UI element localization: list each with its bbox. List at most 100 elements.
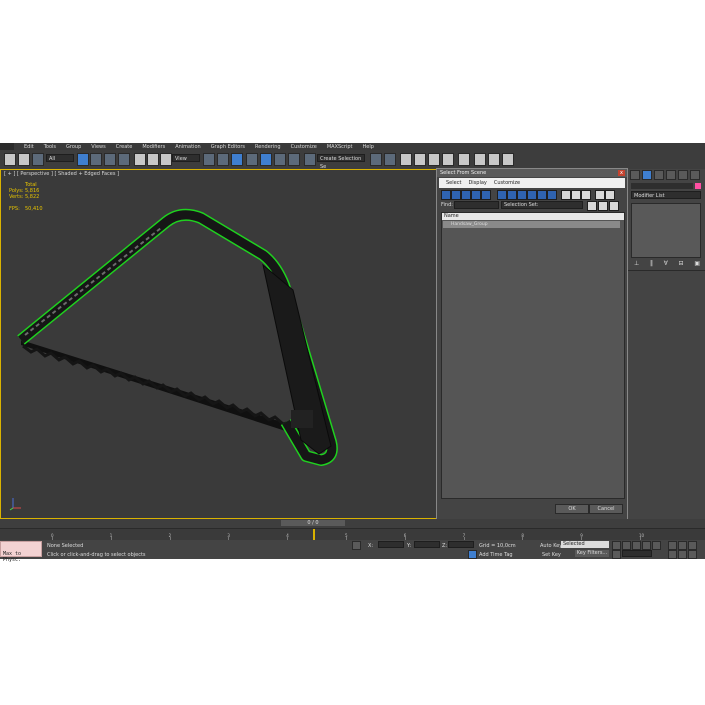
redo-icon[interactable] [18, 153, 30, 166]
go-to-end-icon[interactable] [652, 541, 661, 550]
rotate-icon[interactable] [147, 153, 159, 166]
current-frame-field[interactable] [622, 550, 652, 557]
configure-sets-icon[interactable]: ▣ [694, 260, 700, 267]
pivot-center-icon[interactable] [203, 153, 215, 166]
curve-editor-icon[interactable] [428, 153, 440, 166]
pin-stack-icon[interactable]: ⊥ [634, 260, 639, 267]
select-by-name-icon[interactable] [90, 153, 102, 166]
display-all-icon[interactable] [561, 190, 571, 200]
sort-icon[interactable] [598, 201, 608, 211]
move-icon[interactable] [134, 153, 146, 166]
display-cameras-icon[interactable] [471, 190, 481, 200]
utilities-tab-icon[interactable] [690, 170, 700, 180]
ok-button[interactable]: OK [555, 504, 589, 514]
mirror-icon[interactable] [370, 153, 382, 166]
make-unique-icon[interactable]: ∀ [664, 260, 668, 267]
select-manipulate-icon[interactable] [217, 153, 229, 166]
display-xrefs-icon[interactable] [517, 190, 527, 200]
display-shapes-icon[interactable] [451, 190, 461, 200]
key-mode-dropdown[interactable]: Selected [561, 541, 609, 548]
zoom-icon[interactable] [668, 541, 677, 550]
menu-tools[interactable]: Tools [44, 144, 56, 150]
display-groups-icon[interactable] [507, 190, 517, 200]
display-lights-icon[interactable] [461, 190, 471, 200]
modifier-stack[interactable] [631, 203, 701, 258]
edit-named-selection-icon[interactable] [304, 153, 316, 166]
hierarchy-tab-icon[interactable] [654, 170, 664, 180]
display-none-icon[interactable] [571, 190, 581, 200]
selection-set-dropdown[interactable]: Selection Set: [501, 201, 583, 209]
create-tab-icon[interactable] [630, 170, 640, 180]
menu-modifiers[interactable]: Modifiers [142, 144, 165, 150]
angle-snap-icon[interactable] [260, 153, 272, 166]
layer-manager-icon[interactable] [400, 153, 412, 166]
zoom-all-icon[interactable] [678, 541, 687, 550]
time-config-icon[interactable] [612, 550, 621, 559]
cancel-button[interactable]: Cancel [589, 504, 623, 514]
graphite-toggle-icon[interactable] [414, 153, 426, 166]
rendered-frame-icon[interactable] [488, 153, 500, 166]
z-coordinate-field[interactable] [448, 541, 474, 548]
dialog-menu-customize[interactable]: Customize [494, 180, 520, 186]
hierarchy-icon[interactable] [609, 201, 619, 211]
schematic-view-icon[interactable] [442, 153, 454, 166]
snaps-toggle-icon[interactable] [246, 153, 258, 166]
show-end-result-icon[interactable]: ‖ [650, 260, 653, 267]
rect-selection-icon[interactable] [104, 153, 116, 166]
align-icon[interactable] [384, 153, 396, 166]
next-frame-icon[interactable] [642, 541, 651, 550]
orbit-icon[interactable] [688, 550, 697, 559]
menu-rendering[interactable]: Rendering [255, 144, 281, 150]
add-time-tag[interactable]: Add Time Tag [479, 552, 513, 558]
column-header-name[interactable]: Name [442, 213, 624, 220]
display-geometry-icon[interactable] [441, 190, 451, 200]
scale-icon[interactable] [160, 153, 172, 166]
link-icon[interactable] [32, 153, 44, 166]
list-item[interactable]: Handsaw_Group [443, 221, 620, 228]
close-icon[interactable]: x [618, 170, 625, 176]
previous-frame-icon[interactable] [622, 541, 631, 550]
material-editor-icon[interactable] [458, 153, 470, 166]
motion-tab-icon[interactable] [666, 170, 676, 180]
modify-tab-icon[interactable] [642, 170, 652, 180]
dialog-menu-display[interactable]: Display [468, 180, 486, 186]
find-input[interactable] [454, 201, 499, 209]
menu-animation[interactable]: Animation [175, 144, 201, 150]
object-name-field[interactable] [631, 183, 693, 189]
menu-group[interactable]: Group [66, 144, 81, 150]
zoom-extents-icon[interactable] [688, 541, 697, 550]
reference-coord-dropdown[interactable]: View [172, 154, 200, 162]
display-bones-icon[interactable] [527, 190, 537, 200]
menu-graph-editors[interactable]: Graph Editors [211, 144, 245, 150]
menu-customize[interactable]: Customize [291, 144, 317, 150]
menu-maxscript[interactable]: MAXScript [327, 144, 353, 150]
modifier-list-dropdown[interactable]: Modifier List [631, 191, 701, 199]
auto-key-button[interactable]: Auto Key [540, 543, 562, 549]
play-icon[interactable] [632, 541, 641, 550]
sync-selection-icon[interactable] [595, 190, 605, 200]
dialog-menu-select[interactable]: Select [446, 180, 461, 186]
display-helpers-icon[interactable] [481, 190, 491, 200]
time-slider[interactable]: 0 / 0 [0, 519, 705, 528]
filter-options-icon[interactable] [605, 190, 615, 200]
render-setup-icon[interactable] [474, 153, 486, 166]
menu-create[interactable]: Create [116, 144, 133, 150]
y-coordinate-field[interactable] [414, 541, 440, 548]
object-color-swatch[interactable] [695, 183, 701, 189]
remove-modifier-icon[interactable]: ⊟ [679, 260, 684, 267]
key-filters-button[interactable]: Key Filters... [575, 550, 609, 557]
selection-filter-dropdown[interactable]: All [46, 154, 74, 162]
percent-snap-icon[interactable] [274, 153, 286, 166]
set-key-button[interactable]: Set Key [542, 552, 561, 558]
app-logo-icon[interactable] [0, 143, 14, 150]
display-spacewarps-icon[interactable] [497, 190, 507, 200]
display-containers-icon[interactable] [537, 190, 547, 200]
undo-icon[interactable] [4, 153, 16, 166]
named-selection-set-dropdown[interactable]: Create Selection Se [317, 154, 365, 170]
display-tab-icon[interactable] [678, 170, 688, 180]
spinner-snap-icon[interactable] [288, 153, 300, 166]
time-tag-icon[interactable] [468, 550, 477, 559]
save-selection-set-icon[interactable] [587, 201, 597, 211]
maxscript-listener-mini[interactable]: Max to Physc. [0, 541, 42, 563]
lock-selection-icon[interactable] [352, 541, 361, 550]
